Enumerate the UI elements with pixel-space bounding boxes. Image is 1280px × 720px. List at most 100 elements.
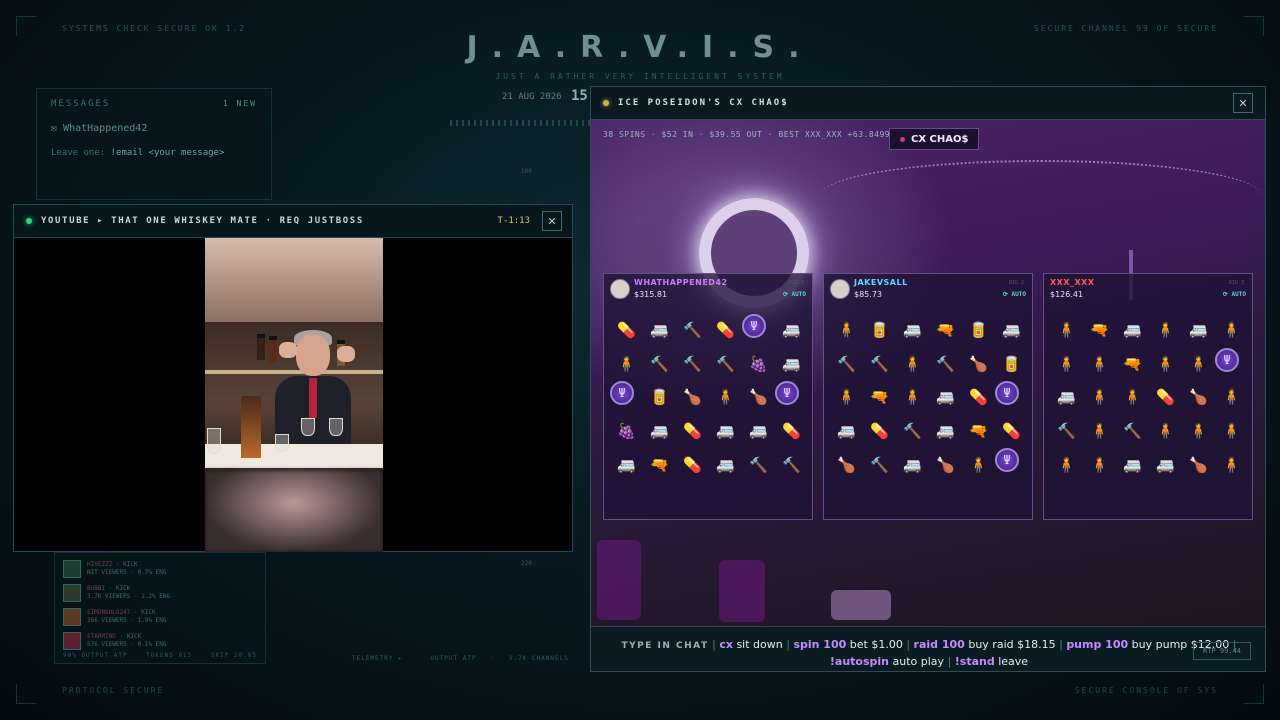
youtube-window: YOUTUBE ▸ THAT ONE WHISKEY MATE · REQ JU… <box>13 204 573 552</box>
man-icon: 🧍 <box>716 388 735 407</box>
youtube-video[interactable] <box>205 238 383 552</box>
chat-command: pump 100 <box>1066 638 1129 651</box>
feed-row[interactable]: SIMONSOLO247 · KICK 266 VIEWERS · 1.9% EN… <box>63 605 257 629</box>
man-icon: 🧍 <box>1222 422 1241 441</box>
man-icon: 🧍 <box>1222 321 1241 340</box>
feed-row[interactable]: HIVEZZZ · KICK NIT VIEWERS · 0.7% ENG <box>63 557 257 581</box>
status-dot <box>603 100 609 106</box>
man-icon: 🧍 <box>617 354 636 373</box>
man-icon: 🧍 <box>1090 455 1109 474</box>
seat-rig-label: RIG 1 <box>788 280 804 286</box>
pill-icon: 💊 <box>969 388 988 407</box>
separator: | <box>906 638 911 651</box>
feed-row[interactable]: BUBBI · KICK 3.7K VIEWERS · 1.2% ENG <box>63 581 257 605</box>
feed-text: BUBBI · KICK 3.7K VIEWERS · 1.2% ENG <box>87 585 171 600</box>
pill-icon: 💊 <box>1156 388 1175 407</box>
cx-title-bar[interactable]: ICE POSEIDON'S CX CHAO$ ✕ <box>591 87 1265 120</box>
cx-chaos-window: ICE POSEIDON'S CX CHAO$ ✕ 38 SPINS · $52… <box>590 86 1266 672</box>
seat-balance: $85.73 <box>854 290 882 299</box>
man-icon: 🧍 <box>1189 422 1208 441</box>
hammer-icon: 🔨 <box>683 321 702 340</box>
video-glass <box>207 428 221 454</box>
can-icon: 🥫 <box>870 321 889 340</box>
man-icon: 🧍 <box>1156 321 1175 340</box>
live-icon <box>900 136 905 142</box>
trident-icon: Ψ <box>775 381 799 406</box>
chat-command-desc: bet $1.00 <box>849 638 903 651</box>
wings-icon: 🍗 <box>969 354 988 373</box>
man-icon: 🧍 <box>1222 388 1241 407</box>
rv-icon: 🚐 <box>716 455 735 474</box>
seat-balance: $315.81 <box>634 290 668 299</box>
rv-icon: 🚐 <box>782 321 801 340</box>
rv-icon: 🚐 <box>1123 321 1142 340</box>
rv-icon: 🚐 <box>782 354 801 373</box>
seat-rig-label: RIG 3 <box>1228 280 1244 286</box>
floor-can <box>831 590 891 620</box>
feed-thumbnail <box>63 608 81 626</box>
man-icon: 🧍 <box>1057 354 1076 373</box>
hud-corner-bl <box>16 684 36 704</box>
autospin-indicator: ⟳ AUTO <box>782 291 806 298</box>
feed-text: STARMIND · KICK 576 VIEWERS · 0.1% ENG <box>87 633 167 648</box>
youtube-close-button[interactable]: ✕ <box>542 211 562 231</box>
wings-icon: 🍗 <box>683 388 702 407</box>
chat-command-desc: leave <box>998 655 1029 668</box>
can-icon: 🥫 <box>650 388 669 407</box>
hammer-icon: 🔨 <box>903 422 922 441</box>
pill-icon: 💊 <box>683 455 702 474</box>
jarvis-date: 21 AUG 2026 <box>502 92 562 102</box>
cx-close-button[interactable]: ✕ <box>1233 93 1253 113</box>
wings-icon: 🍗 <box>936 455 955 474</box>
type-in-chat-label: TYPE IN CHAT <box>621 641 709 651</box>
rv-icon: 🚐 <box>749 422 768 441</box>
wings-icon: 🍗 <box>749 388 768 407</box>
rtp-indicator: RTP 99.44 <box>1193 642 1251 660</box>
seat-header: WHATHAPPENED42 $315.81 RIG 1 ⟳ AUTO <box>604 274 812 304</box>
trident-icon: Ψ <box>995 448 1019 473</box>
man-icon: 🧍 <box>1090 422 1109 441</box>
chat-command-desc: auto play <box>892 655 945 668</box>
video-shelf <box>205 370 383 374</box>
hammer-icon: 🔨 <box>683 354 702 373</box>
video-person-hand <box>279 342 297 358</box>
mail-icon: ✉ <box>51 123 64 134</box>
hammer-icon: 🔨 <box>936 354 955 373</box>
floor-can <box>597 540 641 620</box>
video-shelf-bottle <box>257 334 265 360</box>
rv-icon: 🚐 <box>903 455 922 474</box>
messages-header: MESSAGES 1 NEW <box>37 89 271 109</box>
man-icon: 🧍 <box>1057 455 1076 474</box>
trident-icon: Ψ <box>1215 347 1239 372</box>
chat-command: !autospin <box>829 655 890 668</box>
slot-grid: 🧍 🥫 🚐 🔫 🥫 🚐 🔨 🔨 🧍 🔨 🍗 🥫 🧍 🔫 🧍 🚐 💊 Ψ 🚐 💊 🔨 🚐 🔫 💊 🍗 🔨 🚐 🍗 🧍 Ψ <box>830 314 1028 482</box>
youtube-timer: T-1:13 <box>497 216 530 226</box>
feed-thumbnail <box>63 632 81 650</box>
video-person-head <box>296 334 330 376</box>
feed-thumbnail <box>63 584 81 602</box>
chat-command: raid 100 <box>913 638 965 651</box>
separator: | <box>712 638 716 651</box>
man-icon: 🧍 <box>1090 388 1109 407</box>
jarvis-clock: 15 <box>571 88 588 104</box>
seat-header: JAKEVSALL $85.73 RIG 2 ⟳ AUTO <box>824 274 1032 304</box>
man-icon: 🧍 <box>837 388 856 407</box>
seat-rig-label: RIG 2 <box>1008 280 1024 286</box>
gun-icon: 🔫 <box>650 455 669 474</box>
seat-balance: $126.41 <box>1050 290 1084 299</box>
man-icon: 🧍 <box>1189 354 1208 373</box>
feed-thumbnail <box>63 560 81 578</box>
live-status-dot <box>26 218 32 224</box>
youtube-title: YOUTUBE ▸ THAT ONE WHISKEY MATE · REQ JU… <box>41 216 364 226</box>
man-icon: 🧍 <box>1222 455 1241 474</box>
youtube-title-bar[interactable]: YOUTUBE ▸ THAT ONE WHISKEY MATE · REQ JU… <box>14 205 572 238</box>
feed-text: SIMONSOLO247 · KICK 266 VIEWERS · 1.9% EN… <box>87 609 167 624</box>
video-glass <box>329 418 343 436</box>
can-icon: 🥫 <box>1002 354 1021 373</box>
feed-row[interactable]: STARMIND · KICK 576 VIEWERS · 0.1% ENG <box>63 629 257 653</box>
message-item[interactable]: ✉ WhatHappened42 <box>37 109 271 134</box>
seat-header: XXX_XXX $126.41 RIG 3 ⟳ AUTO <box>1044 274 1252 304</box>
hud-bottom-left-text: PROTOCOL SECURE <box>62 686 165 695</box>
feed-footer: 90% OUTPUT ATP TOKENS 815 SKIP 20.85 <box>63 652 257 659</box>
string-lights <box>821 160 1261 230</box>
